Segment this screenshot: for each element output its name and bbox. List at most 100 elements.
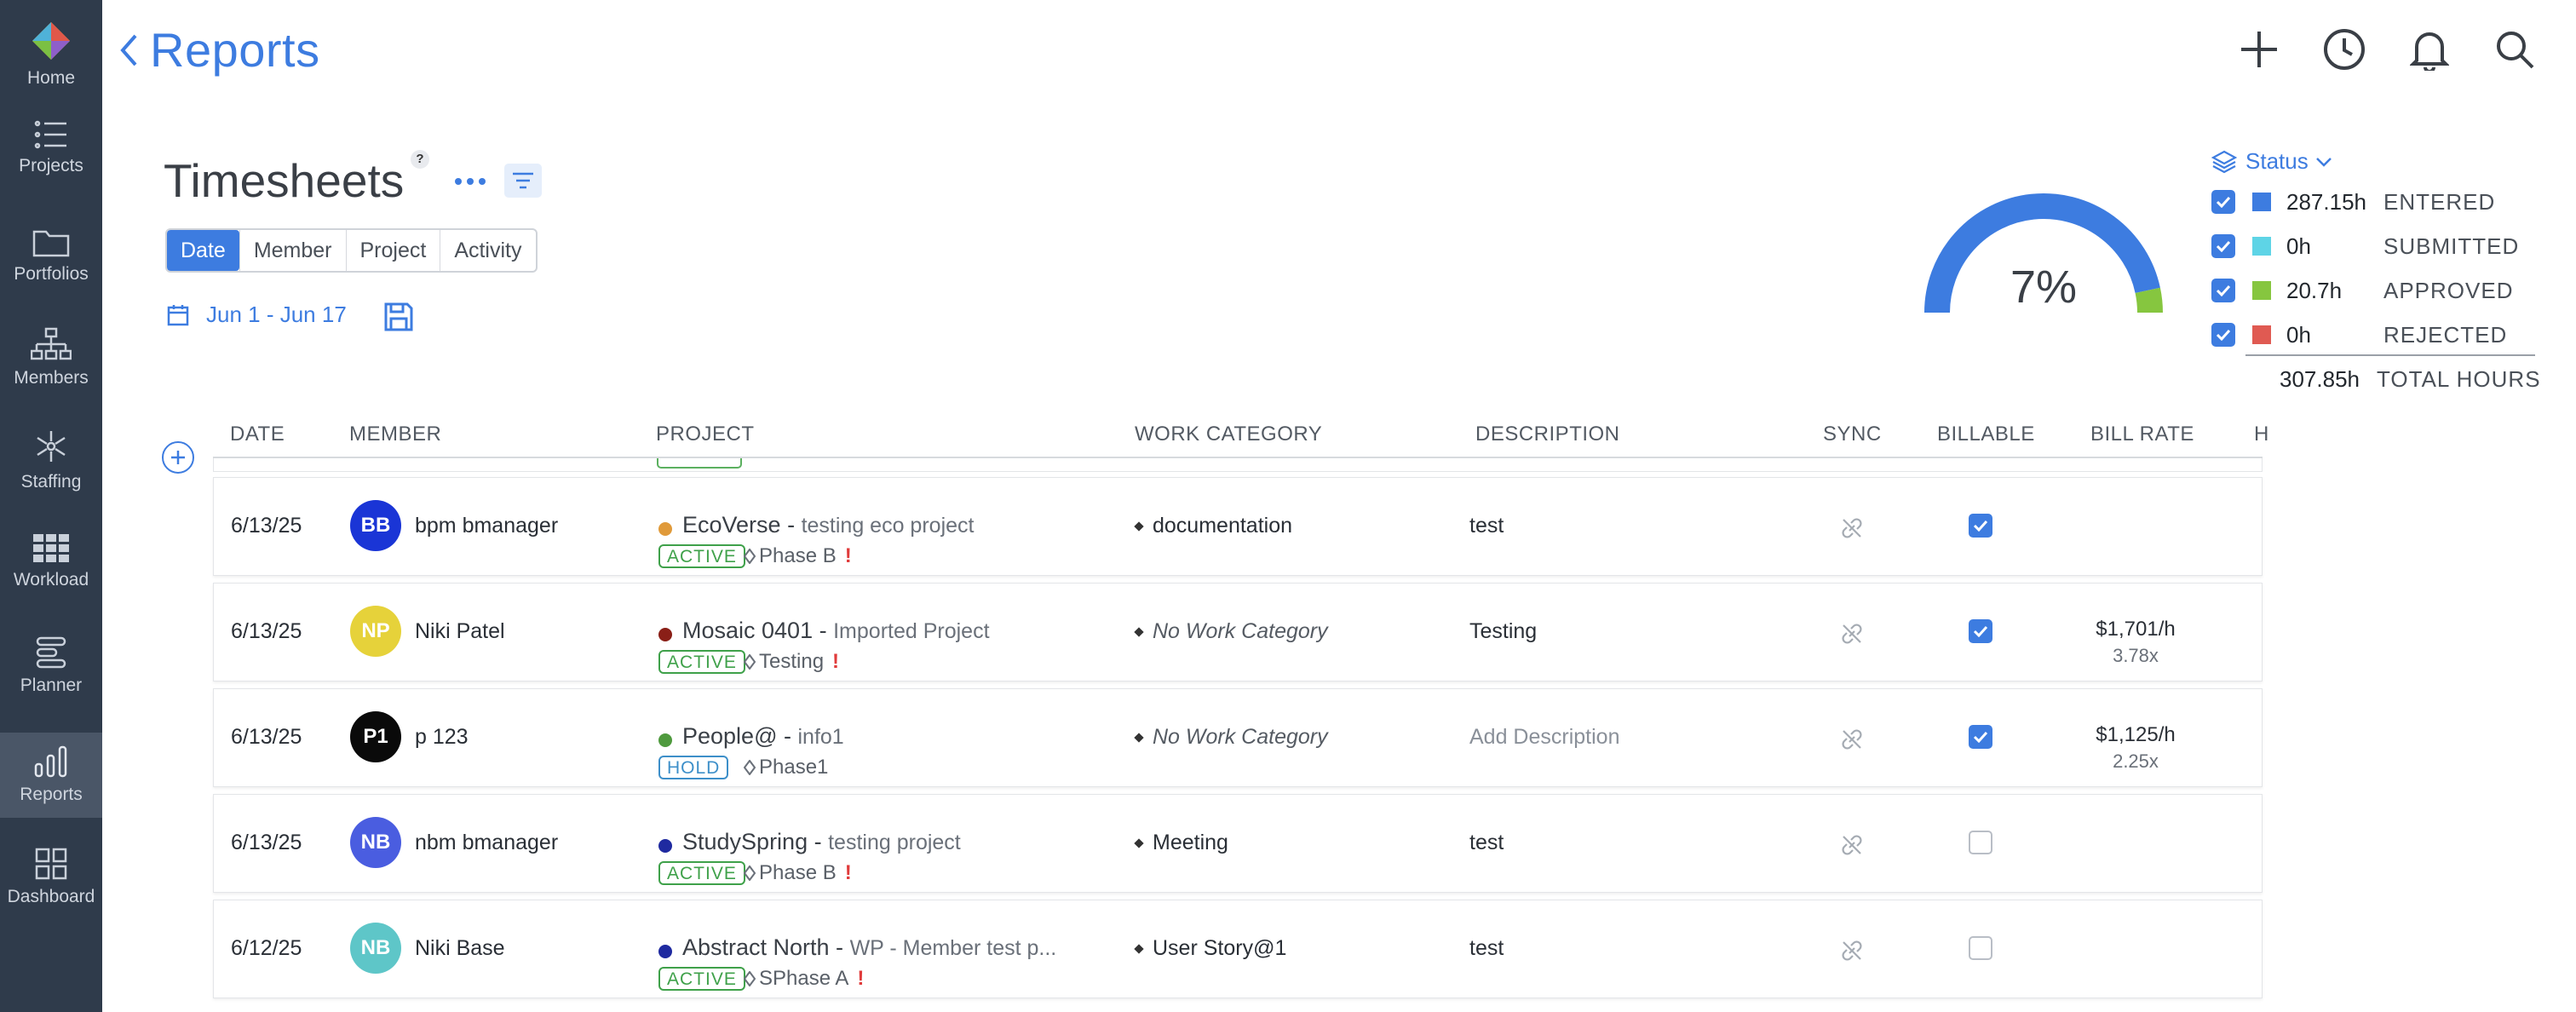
entered-checkbox[interactable] (2211, 190, 2235, 214)
col-description[interactable]: DESCRIPTION (1475, 423, 1620, 446)
sidebar-item-portfolios[interactable]: Portfolios (0, 213, 102, 298)
tab-member[interactable]: Member (239, 230, 346, 271)
row-date: 6/13/25 (231, 725, 302, 749)
more-options-button[interactable] (451, 167, 489, 196)
table-row[interactable]: 6/13/25 NP Niki Patel Mosaic 0401 - Importe… (213, 583, 2263, 681)
project-name[interactable]: StudySpring - testing project (682, 829, 961, 855)
tab-date[interactable]: Date (167, 230, 239, 271)
notifications-button[interactable] (2406, 26, 2453, 73)
avatar[interactable]: NP (350, 606, 401, 657)
link-off-icon (1842, 624, 1862, 644)
col-project[interactable]: PROJECT (656, 423, 755, 446)
avatar[interactable]: NB (350, 817, 401, 868)
table-row[interactable]: 6/12/25 NB Niki Base Abstract North - WP - … (213, 900, 2263, 998)
project-title: EcoVerse - (682, 512, 796, 538)
staffing-icon (37, 431, 66, 462)
check-icon (1973, 625, 1988, 637)
submitted-checkbox[interactable] (2211, 234, 2235, 258)
description[interactable]: test (1469, 514, 1504, 538)
member-name[interactable]: Niki Base (415, 936, 505, 961)
timer-button[interactable] (2320, 26, 2368, 73)
description[interactable]: test (1469, 936, 1504, 961)
sidebar-item-reports[interactable]: Reports (0, 733, 102, 818)
bill-rate (2076, 934, 2195, 938)
table-header: DATE MEMBER PROJECT WORK CATEGORY DESCRI… (213, 417, 2268, 458)
sidebar-item-dashboard[interactable]: Dashboard (0, 835, 102, 920)
sidebar-item-members[interactable]: Members (0, 315, 102, 400)
status-badge: ACTIVE (658, 967, 745, 991)
project-color-dot (658, 522, 672, 536)
view-tabs: Date Member Project Activity (165, 228, 538, 273)
billable-checkbox[interactable] (1969, 725, 1994, 750)
work-category[interactable]: documentation (1134, 514, 1292, 538)
description[interactable]: Add Description (1469, 725, 1619, 750)
avatar[interactable]: NB (350, 923, 401, 974)
phase-label[interactable]: Testing! (744, 650, 839, 674)
diamond-icon (1134, 626, 1144, 637)
add-button[interactable] (2235, 26, 2283, 73)
sync-button[interactable] (1841, 940, 1863, 968)
filter-button[interactable] (504, 164, 542, 198)
phase-label[interactable]: SPhase A! (744, 967, 864, 991)
bar-chart-icon (34, 745, 67, 778)
save-report-button[interactable] (383, 302, 414, 336)
member-name[interactable]: p 123 (415, 725, 469, 750)
sidebar-item-planner[interactable]: Planner (0, 624, 102, 709)
sync-button[interactable] (1841, 728, 1863, 756)
col-hours[interactable]: H (2254, 423, 2269, 446)
avatar[interactable]: BB (350, 500, 401, 551)
filter-icon (513, 172, 533, 189)
sidebar-item-projects[interactable]: Projects (0, 106, 102, 191)
back-to-reports[interactable]: Reports (119, 22, 320, 78)
col-date[interactable]: DATE (230, 423, 285, 446)
member-name[interactable]: bpm bmanager (415, 514, 558, 538)
approved-checkbox[interactable] (2211, 279, 2235, 302)
col-bill-rate[interactable]: BILL RATE (2090, 423, 2194, 446)
tab-project[interactable]: Project (345, 230, 440, 271)
work-category[interactable]: Meeting (1134, 831, 1228, 855)
description[interactable]: Testing (1469, 619, 1537, 644)
phase-label[interactable]: Phase1 (744, 756, 837, 779)
billable-checkbox[interactable] (1969, 514, 1994, 539)
rejected-checkbox[interactable] (2211, 323, 2235, 347)
date-range-picker[interactable]: Jun 1 - Jun 17 (167, 302, 347, 328)
avatar-initials: NB (360, 831, 391, 854)
col-billable[interactable]: BILLABLE (1937, 423, 2035, 446)
project-name[interactable]: People@ - info1 (682, 723, 844, 750)
col-member[interactable]: MEMBER (349, 423, 441, 446)
project-subtitle: WP - Member test p... (849, 936, 1057, 960)
billable-checkbox[interactable] (1969, 619, 1994, 645)
sidebar-item-workload[interactable]: Workload (0, 520, 102, 605)
sidebar-item-staffing[interactable]: Staffing (0, 417, 102, 503)
description[interactable]: test (1469, 831, 1504, 855)
work-category[interactable]: No Work Category (1134, 725, 1328, 750)
member-name[interactable]: Niki Patel (415, 619, 505, 644)
status-dropdown[interactable]: Status (2211, 148, 2332, 175)
add-timesheet-button[interactable] (162, 441, 194, 474)
table-row[interactable]: 6/13/25 P1 p 123 People@ - info1 HOLD Phase1 N… (213, 688, 2263, 787)
sidebar-item-home[interactable]: Home (0, 12, 102, 97)
work-category[interactable]: No Work Category (1134, 619, 1328, 644)
table-row[interactable]: 6/13/25 BB bpm bmanager EcoVerse - testing … (213, 477, 2263, 576)
sync-button[interactable] (1841, 623, 1863, 651)
help-icon[interactable]: ? (411, 150, 429, 169)
legend-submitted: 0h SUBMITTED (2211, 233, 2519, 259)
table-row[interactable]: 6/13/25 NB nbm bmanager StudySpring - testi… (213, 794, 2263, 893)
avatar[interactable]: P1 (350, 711, 401, 762)
col-work-category[interactable]: WORK CATEGORY (1135, 423, 1322, 446)
project-name[interactable]: EcoVerse - testing eco project (682, 512, 974, 538)
legend-approved: 20.7h APPROVED (2211, 278, 2514, 303)
search-button[interactable] (2491, 26, 2539, 73)
billable-checkbox[interactable] (1969, 831, 1994, 856)
billable-checkbox[interactable] (1969, 936, 1994, 962)
sync-button[interactable] (1841, 517, 1863, 545)
member-name[interactable]: nbm bmanager (415, 831, 558, 855)
project-name[interactable]: Mosaic 0401 - Imported Project (682, 618, 990, 644)
tab-activity[interactable]: Activity (440, 230, 535, 271)
phase-label[interactable]: Phase B! (744, 861, 852, 885)
work-category[interactable]: User Story@1 (1134, 936, 1286, 961)
phase-label[interactable]: Phase B! (744, 544, 852, 568)
project-name[interactable]: Abstract North - WP - Member test p... (682, 934, 1056, 961)
sync-button[interactable] (1841, 834, 1863, 862)
col-sync[interactable]: SYNC (1823, 423, 1882, 446)
